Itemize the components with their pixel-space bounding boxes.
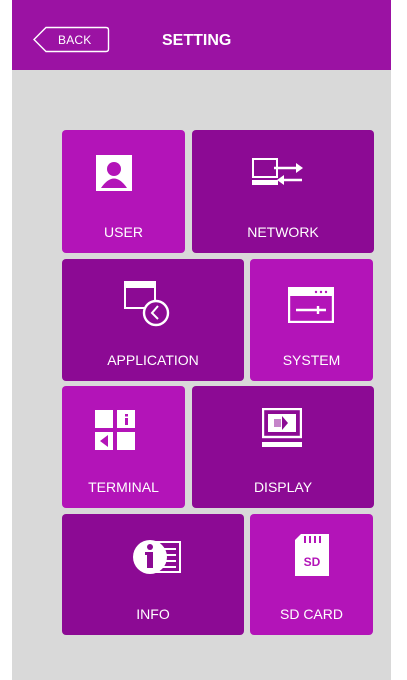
tile-label: NETWORK [247,224,319,240]
back-label: BACK [58,33,92,47]
tile-label: SYSTEM [282,352,341,368]
tile-user[interactable]: USER [62,130,185,253]
tile-label: TERMINAL [88,479,159,495]
sd-card-icon: SD [295,534,329,576]
header-bar: BACK SETTING [12,0,391,70]
settings-screen: BACK SETTING USER NETWORK APPLICATION SY… [12,0,391,680]
tile-label: APPLICATION [107,352,199,368]
tile-display[interactable]: DISPLAY [192,386,374,508]
back-button[interactable]: BACK [32,26,110,53]
tile-info[interactable]: INFO [62,514,244,635]
system-icon [288,287,334,323]
tile-label: USER [104,224,143,240]
application-icon [124,281,170,327]
tile-application[interactable]: APPLICATION [62,259,244,381]
network-icon [252,158,303,185]
page-title: SETTING [162,32,232,49]
svg-text:SD: SD [304,555,321,569]
tile-sd-card[interactable]: SD SD CARD [250,514,373,635]
user-icon [96,155,132,191]
info-icon [133,540,181,574]
tile-label: DISPLAY [253,479,313,495]
display-icon [262,408,302,447]
terminal-icon [95,410,135,450]
tile-system[interactable]: SYSTEM [250,259,373,381]
tile-network[interactable]: NETWORK [192,130,374,253]
tile-label: INFO [136,606,170,622]
tile-label: SD CARD [279,606,343,622]
tile-terminal[interactable]: TERMINAL [62,386,185,508]
